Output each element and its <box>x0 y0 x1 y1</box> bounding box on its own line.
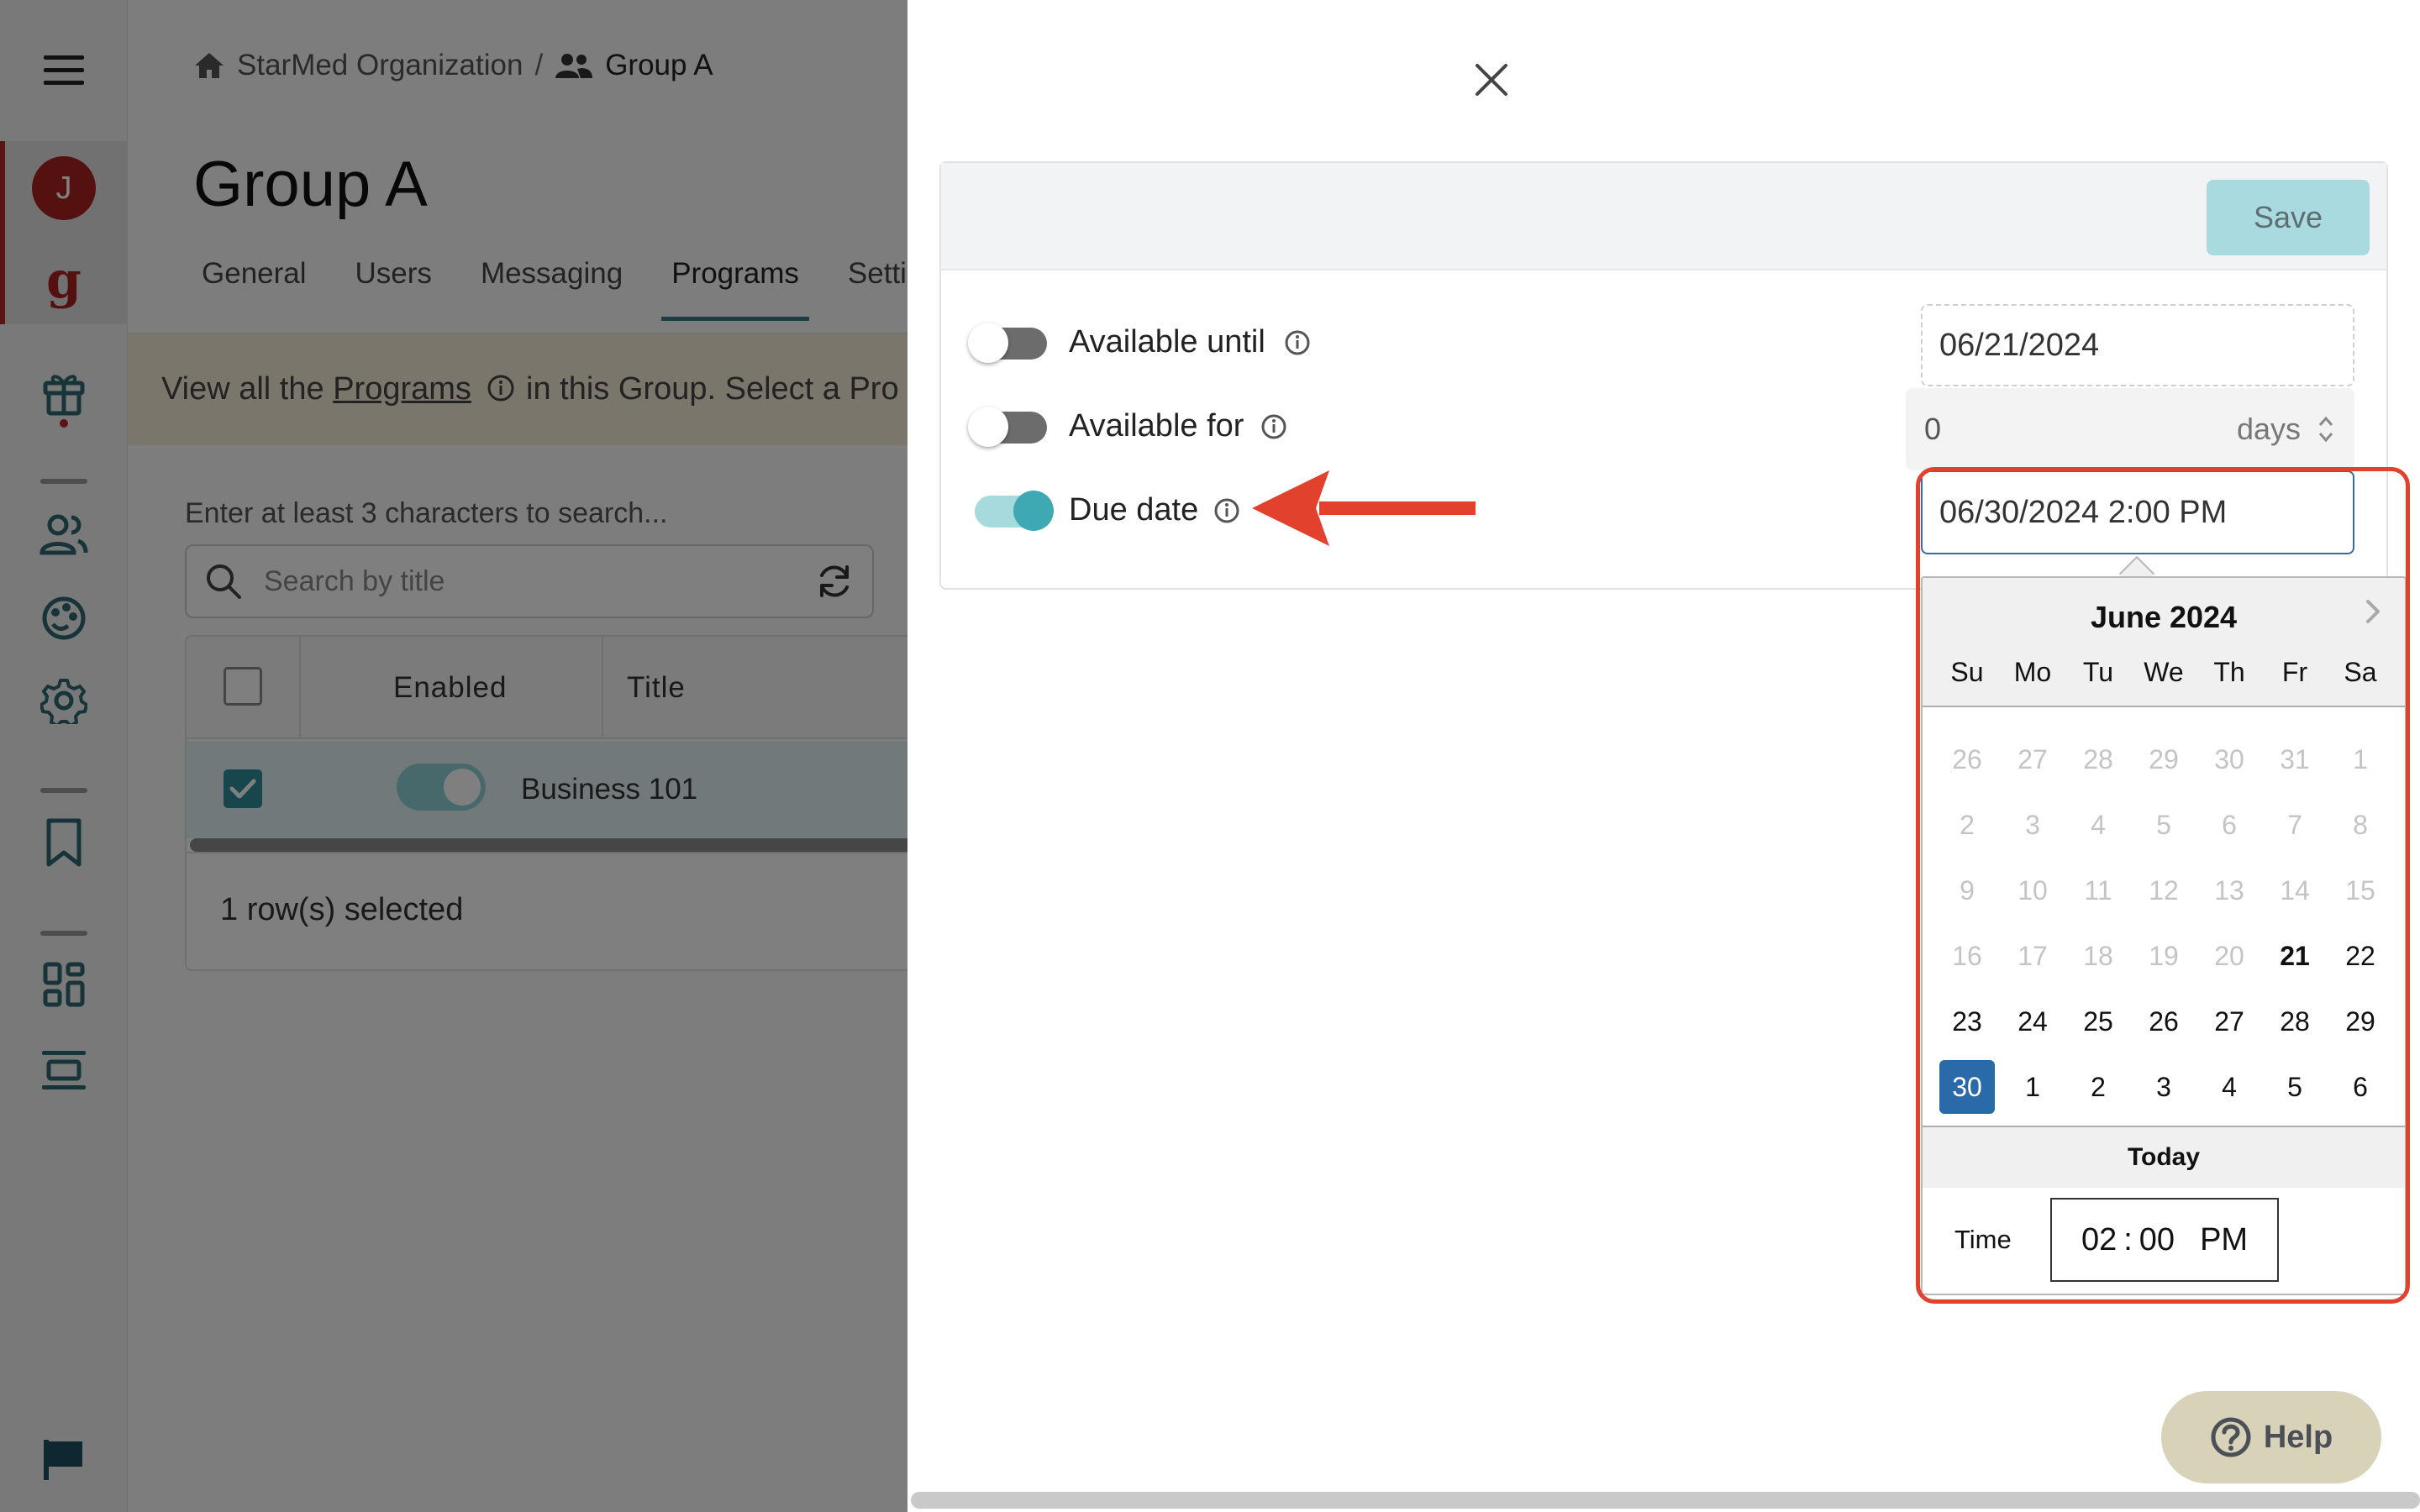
days-value: 0 <box>1924 412 1942 446</box>
save-button[interactable]: Save <box>2207 180 2370 255</box>
modal-backdrop[interactable] <box>0 0 908 1512</box>
available-until-date-input[interactable]: 06/21/2024 <box>1921 304 2354 386</box>
spinner-arrows-icon[interactable] <box>2316 412 2336 446</box>
available-until-toggle[interactable] <box>968 323 1047 363</box>
available-for-toggle[interactable] <box>968 407 1047 447</box>
close-icon[interactable] <box>1470 59 1512 101</box>
annotation-arrow-icon <box>1252 470 1476 546</box>
help-label: Help <box>2263 1419 2333 1455</box>
card-header <box>941 163 2386 270</box>
drawer-scrollbar[interactable] <box>911 1492 2420 1509</box>
toggle-knob <box>1013 491 1054 531</box>
help-button[interactable]: Help <box>2161 1391 2381 1483</box>
info-icon[interactable] <box>1284 329 1311 356</box>
available-for-days-input[interactable]: 0 days <box>1906 388 2354 470</box>
due-date-toggle[interactable] <box>975 491 1054 531</box>
toggle-knob <box>968 407 1008 447</box>
info-icon[interactable] <box>1260 413 1287 440</box>
due-date-label: Due date <box>1069 492 1199 528</box>
days-unit: days <box>2236 412 2301 446</box>
info-icon[interactable] <box>1213 497 1240 524</box>
annotation-highlight-box <box>1916 467 2410 1304</box>
question-icon <box>2211 1417 2251 1457</box>
toggle-knob <box>968 323 1008 363</box>
available-until-label: Available until <box>1069 324 1265 360</box>
available-for-label: Available for <box>1069 408 1244 444</box>
